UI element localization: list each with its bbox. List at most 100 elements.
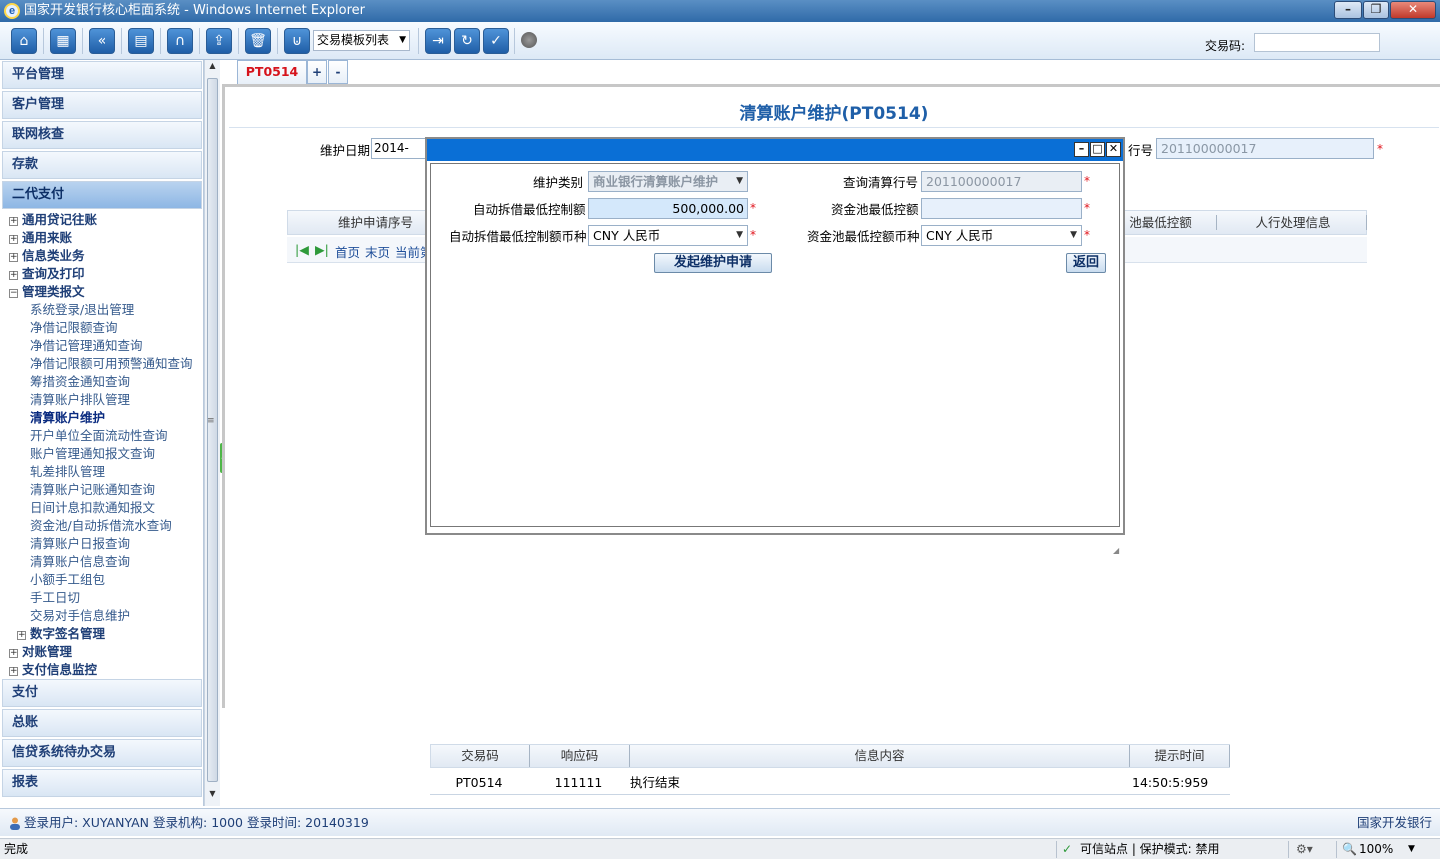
login-icon[interactable]: ⇥ [425,28,451,54]
sidebar-tree-leaf[interactable]: 清算账户记账通知查询 [30,481,155,499]
first-page-link[interactable]: 首页 [335,242,360,261]
tree-item-label: 通用来账 [22,230,73,245]
refresh-icon[interactable]: ↻ [454,28,480,54]
last-page-link[interactable]: 末页 [365,242,390,261]
collapse-icon[interactable]: − [9,289,18,298]
resize-grip-icon[interactable]: ◢ [1113,546,1121,555]
sidebar-tree-leaf[interactable]: 开户单位全面流动性查询 [30,427,168,445]
sidebar-tree-node[interactable]: + 对账管理 [9,643,72,661]
sidebar-tree-leaf[interactable]: 净借记限额查询 [30,319,118,337]
sidebar-tree-leaf[interactable]: 筹措资金通知查询 [30,373,130,391]
trash-icon[interactable]: 🗑 [245,28,271,54]
back-window-icon[interactable]: « [89,28,115,54]
maximize-button[interactable]: ❐ [1363,1,1389,19]
sidebar-section-report[interactable]: 报表 [2,769,202,797]
expand-icon[interactable]: + [9,235,18,244]
scroll-thumb[interactable] [207,78,218,782]
expand-icon[interactable]: + [17,631,26,640]
sidebar-tree-node[interactable]: − 管理类报文 [9,283,85,301]
bank-no-label: 行号 [1128,143,1154,158]
dialog-minimize-button[interactable]: – [1074,142,1089,157]
expand-icon[interactable]: + [9,667,18,676]
sidebar: 平台管理 客户管理 联网核查 存款 二代支付 + 通用贷记往账 + 通用来账 + 信息类业… [0,60,204,806]
maint-type-select[interactable]: 商业银行清算账户维护 ▼ [588,171,748,192]
sidebar-tree-node[interactable]: + 信息类业务 [9,247,85,265]
auto-ccy-select[interactable]: CNY 人民币 ▼ [588,225,748,246]
protected-mode-icon[interactable]: ⚙▾ [1296,839,1313,859]
sidebar-section-deposit[interactable]: 存款 [2,151,202,179]
sidebar-tree-node[interactable]: + 查询及打印 [9,265,85,283]
sidebar-tree-node[interactable]: + 通用贷记往账 [9,211,97,229]
minimize-button[interactable]: – [1334,1,1362,19]
sidebar-tree-leaf[interactable]: 账户管理通知报文查询 [30,445,155,463]
sidebar-section-id-check[interactable]: 联网核查 [2,121,202,149]
add-tab-button[interactable]: + [307,60,327,84]
tree-item-label: 净借记限额查询 [30,320,118,335]
sidebar-tree-leaf[interactable]: 系统登录/退出管理 [30,301,134,319]
sidebar-tree-leaf[interactable]: 清算账户排队管理 [30,391,130,409]
sidebar-tree-leaf[interactable]: 净借记限额可用预警通知查询 [30,355,193,373]
last-page-icon[interactable]: ▶| [315,242,329,257]
sidebar-section-cnaps2[interactable]: 二代支付 [2,181,202,209]
dialog-close-button[interactable]: ✕ [1106,142,1121,157]
dialog-title-bar[interactable]: – □ ✕ [427,139,1123,161]
scroll-down-icon[interactable]: ▼ [205,789,220,804]
close-window-button[interactable]: ✕ [1390,1,1436,19]
sidebar-section-customer[interactable]: 客户管理 [2,91,202,119]
dialog-maximize-button[interactable]: □ [1090,142,1105,157]
expand-icon[interactable]: + [9,271,18,280]
upload-icon[interactable]: ⇪ [206,28,232,54]
sidebar-scrollbar[interactable]: ▲ ≡ ▼ [204,60,220,806]
sidebar-tree-leaf[interactable]: 净借记管理通知查询 [30,337,143,355]
template-select[interactable]: 交易模板列表 ▼ [313,30,410,51]
tab-strip: PT0514 + - [228,60,1440,86]
date-input[interactable]: 2014-03- [371,138,429,159]
sidebar-tree-node[interactable]: + 通用来账 [9,229,72,247]
document-icon[interactable]: ▤ [128,28,154,54]
sidebar-tree-node[interactable]: + 支付信息监控 [9,661,97,679]
query-bank-input[interactable]: 201100000017 [921,171,1082,192]
calculator-icon[interactable]: ▦ [50,28,76,54]
back-button[interactable]: 返回 [1066,253,1106,273]
scroll-up-icon[interactable]: ▲ [205,61,220,76]
log-header: 交易码 响应码 信息内容 提示时间 [430,744,1230,768]
confirm-check-icon[interactable]: ✓ [483,28,509,54]
sidebar-tree-leaf[interactable]: 小额手工组包 [30,571,105,589]
bank-no-input[interactable]: 201100000017 [1156,138,1374,159]
auto-ccy-label: 自动拆借最低控制额币种 [449,229,587,244]
sidebar-section-payment[interactable]: 支付 [2,679,202,707]
sidebar-tree-leaf[interactable]: 手工日切 [30,589,80,607]
sidebar-section-credit-pending[interactable]: 信贷系统待办交易 [2,739,202,767]
auto-min-input[interactable]: 500,000.00 [588,198,748,219]
template-icon[interactable]: ⊍ [284,28,310,54]
pool-min-input[interactable] [921,198,1082,219]
remove-tab-button[interactable]: - [328,60,348,84]
expand-icon[interactable]: + [9,217,18,226]
grid-col-pboc-info[interactable]: 人行处理信息 [1218,211,1368,234]
pool-ccy-select[interactable]: CNY 人民币 ▼ [921,225,1082,246]
sidebar-tree-leaf[interactable]: 清算账户维护 [30,409,105,427]
zoom-dropdown-icon[interactable]: ▼ [1408,839,1415,859]
sidebar-tree-leaf[interactable]: 轧差排队管理 [30,463,105,481]
sidebar-section-ledger[interactable]: 总账 [2,709,202,737]
sidebar-section-platform[interactable]: 平台管理 [2,61,202,89]
sidebar-tree-node[interactable]: + 数字签名管理 [17,625,105,643]
security-zone[interactable]: 可信站点 | 保护模式: 禁用 [1080,839,1220,859]
first-page-icon[interactable]: |◀ [295,242,309,257]
sidebar-tree-leaf[interactable]: 日间计息扣款通知报文 [30,499,155,517]
txcode-input[interactable] [1254,33,1380,52]
sidebar-tree-leaf[interactable]: 清算账户信息查询 [30,553,130,571]
tab-pt0514[interactable]: PT0514 [237,60,307,84]
expand-icon[interactable]: + [9,253,18,262]
required-mark: * [1084,174,1090,188]
submit-maintenance-button[interactable]: 发起维护申请 [654,253,772,273]
expand-icon[interactable]: + [9,649,18,658]
sidebar-tree-leaf[interactable]: 资金池/自动拆借流水查询 [30,517,172,535]
headset-icon[interactable]: ∩ [167,28,193,54]
log-cell-time: 14:50:5:959 [1132,775,1209,790]
sidebar-tree-leaf[interactable]: 清算账户日报查询 [30,535,130,553]
zoom-level[interactable]: 100% [1359,839,1393,859]
home-icon[interactable]: ⌂ [11,28,37,54]
sidebar-tree-leaf[interactable]: 交易对手信息维护 [30,607,130,625]
tree-item-label: 手工日切 [30,590,81,605]
